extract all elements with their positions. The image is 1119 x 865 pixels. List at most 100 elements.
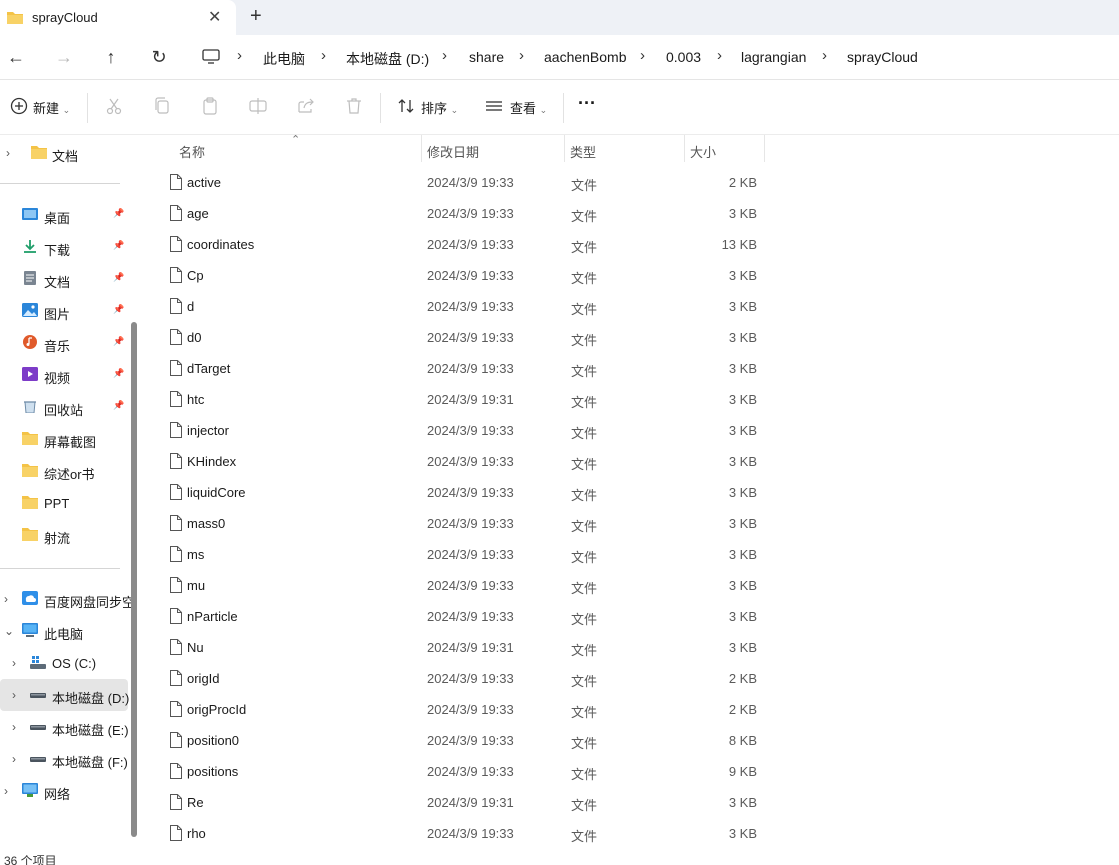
file-row[interactable]: positions 2024/3/9 19:33 文件 9 KB (145, 756, 1119, 787)
sidebar-scrollbar[interactable] (131, 322, 137, 837)
rename-icon[interactable] (247, 95, 269, 117)
file-row[interactable]: htc 2024/3/9 19:31 文件 3 KB (145, 384, 1119, 415)
tree-item-6[interactable]: › 本地磁盘 (F:) (0, 743, 128, 775)
breadcrumb-aachenbomb[interactable]: aachenBomb (544, 49, 627, 65)
file-type: 文件 (571, 240, 598, 255)
back-button[interactable]: ← (2, 44, 30, 72)
column-header-size[interactable]: 大小 (685, 135, 764, 162)
pin-icon[interactable]: 📌 (113, 368, 124, 379)
file-row[interactable]: Nu 2024/3/9 19:31 文件 3 KB (145, 632, 1119, 663)
breadcrumb-0003[interactable]: 0.003 (666, 49, 701, 65)
file-row[interactable]: origProcId 2024/3/9 19:33 文件 2 KB (145, 694, 1119, 725)
file-row[interactable]: d 2024/3/9 19:33 文件 3 KB (145, 291, 1119, 322)
tree-item-2[interactable]: ⌄ 此电脑 (0, 615, 128, 647)
breadcrumb-share[interactable]: share (469, 49, 504, 65)
breadcrumb-spraycloud[interactable]: sprayCloud (847, 49, 918, 65)
delete-icon[interactable] (343, 95, 365, 117)
file-row[interactable]: active 2024/3/9 19:33 文件 2 KB (145, 167, 1119, 198)
pin-icon[interactable]: 📌 (113, 240, 124, 251)
breadcrumb-this-pc[interactable]: 此电脑 (263, 49, 305, 69)
sidebar-item-8[interactable]: 屏幕截图 (0, 423, 128, 455)
sidebar-item-4[interactable]: 图片 📌 (0, 295, 128, 327)
file-row[interactable]: d0 2024/3/9 19:33 文件 3 KB (145, 322, 1119, 353)
file-date: 2024/3/9 19:33 (427, 733, 514, 748)
file-type: 文件 (571, 457, 598, 472)
close-tab-icon[interactable]: ✕ (208, 7, 221, 27)
chevron-right-icon[interactable]: › (12, 720, 16, 734)
view-button[interactable]: 查看 ⌄ (510, 98, 547, 117)
refresh-button[interactable]: ↻ (145, 44, 173, 72)
sidebar-item-9[interactable]: 综述or书 (0, 455, 128, 487)
file-size: 8 KB (728, 733, 757, 748)
new-tab-button[interactable]: + (250, 5, 262, 28)
column-header-name[interactable]: 名称 ⌃ (145, 134, 421, 162)
chevron-right-icon[interactable]: › (6, 146, 10, 160)
sidebar-item-11[interactable]: 射流 (0, 519, 128, 551)
sidebar-item-7[interactable]: 回收站 📌 (0, 391, 128, 423)
pin-icon[interactable]: 📌 (113, 336, 124, 347)
chevron-down-icon[interactable]: ⌄ (4, 624, 14, 638)
share-icon[interactable] (295, 95, 317, 117)
sidebar-item-1[interactable]: 桌面 📌 (0, 199, 128, 231)
more-options-button[interactable]: ··· (578, 93, 596, 114)
breadcrumb-lagrangian[interactable]: lagrangian (741, 49, 806, 65)
tree-item-3[interactable]: › OS (C:) (0, 647, 128, 679)
sidebar-item-10[interactable]: PPT (0, 487, 128, 519)
column-divider[interactable] (764, 135, 765, 162)
copy-icon[interactable] (151, 95, 173, 117)
chevron-right-icon[interactable]: › (4, 784, 8, 798)
file-row[interactable]: ms 2024/3/9 19:33 文件 3 KB (145, 539, 1119, 570)
file-date: 2024/3/9 19:33 (427, 516, 514, 531)
pin-icon[interactable]: 📌 (113, 400, 124, 411)
sidebar-item-6[interactable]: 视频 📌 (0, 359, 128, 391)
sidebar-item-5[interactable]: 音乐 📌 (0, 327, 128, 359)
chevron-right-icon[interactable]: › (12, 656, 16, 670)
column-header-date[interactable]: 修改日期 (422, 135, 564, 162)
paste-icon[interactable] (199, 95, 221, 117)
file-row[interactable]: Re 2024/3/9 19:31 文件 3 KB (145, 787, 1119, 818)
tree-item-7[interactable]: › 网络 (0, 775, 128, 807)
tree-item-4[interactable]: › 本地磁盘 (D:) (0, 679, 129, 711)
file-row[interactable]: origId 2024/3/9 19:33 文件 2 KB (145, 663, 1119, 694)
file-row[interactable]: dTarget 2024/3/9 19:33 文件 3 KB (145, 353, 1119, 384)
sidebar-item-documents-top[interactable]: › 文档 (0, 137, 128, 169)
tree-item-5[interactable]: › 本地磁盘 (E:) (0, 711, 129, 743)
folder-icon (22, 496, 38, 509)
pin-icon[interactable]: 📌 (113, 208, 124, 219)
address-bar[interactable]: › 此电脑 › 本地磁盘 (D:) › share › aachenBomb ›… (190, 41, 1119, 74)
new-button[interactable]: 新建 ⌄ (33, 98, 70, 117)
cut-icon[interactable] (103, 95, 125, 117)
file-row[interactable]: mu 2024/3/9 19:33 文件 3 KB (145, 570, 1119, 601)
sidebar-item-3[interactable]: 文档 📌 (0, 263, 128, 295)
pin-icon[interactable]: 📌 (113, 272, 124, 283)
baidu-sync-icon (22, 591, 38, 605)
chevron-right-icon[interactable]: › (4, 592, 8, 606)
file-row[interactable]: age 2024/3/9 19:33 文件 3 KB (145, 198, 1119, 229)
file-name: nParticle (187, 609, 238, 624)
up-button[interactable]: ↑ (97, 44, 125, 72)
file-row[interactable]: liquidCore 2024/3/9 19:33 文件 3 KB (145, 477, 1119, 508)
file-icon (170, 453, 182, 469)
breadcrumb-drive-d[interactable]: 本地磁盘 (D:) (346, 49, 429, 69)
file-row[interactable]: coordinates 2024/3/9 19:33 文件 13 KB (145, 229, 1119, 260)
file-row[interactable]: Cp 2024/3/9 19:33 文件 3 KB (145, 260, 1119, 291)
file-row[interactable]: nParticle 2024/3/9 19:33 文件 3 KB (145, 601, 1119, 632)
tree-item-1[interactable]: › 百度网盘同步空 (0, 583, 135, 615)
file-row[interactable]: position0 2024/3/9 19:33 文件 8 KB (145, 725, 1119, 756)
tab-spraycloud[interactable]: sprayCloud ✕ (0, 0, 236, 35)
file-row[interactable]: rho 2024/3/9 19:33 文件 3 KB (145, 818, 1119, 849)
forward-button[interactable]: → (50, 44, 78, 72)
desktop-icon (22, 208, 38, 220)
recycle-bin-icon (24, 401, 36, 413)
sidebar-item-label: 图片 (44, 307, 71, 322)
column-header-type[interactable]: 类型 (565, 135, 684, 162)
file-row[interactable]: mass0 2024/3/9 19:33 文件 3 KB (145, 508, 1119, 539)
chevron-right-icon[interactable]: › (12, 688, 16, 702)
file-row[interactable]: KHindex 2024/3/9 19:33 文件 3 KB (145, 446, 1119, 477)
pin-icon[interactable]: 📌 (113, 304, 124, 315)
sort-button[interactable]: 排序 ⌄ (421, 98, 458, 117)
file-name: Nu (187, 640, 204, 655)
sidebar-item-2[interactable]: 下载 📌 (0, 231, 128, 263)
chevron-right-icon[interactable]: › (12, 752, 16, 766)
file-row[interactable]: injector 2024/3/9 19:33 文件 3 KB (145, 415, 1119, 446)
